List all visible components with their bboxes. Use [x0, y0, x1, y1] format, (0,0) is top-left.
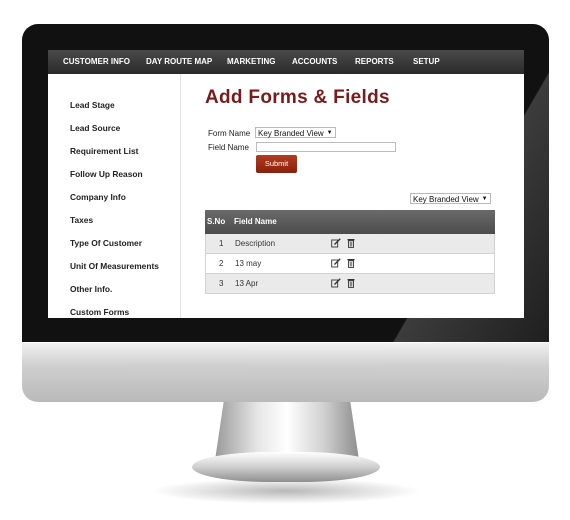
table-row: 1 Description [205, 234, 495, 254]
sidebar: Lead Stage Lead Source Requirement List … [48, 74, 181, 318]
column-header-sno: S.No [207, 217, 226, 226]
submit-button[interactable]: Submit [256, 155, 297, 173]
form-name-select-value: Key Branded View [258, 129, 324, 138]
sidebar-item-company-info[interactable]: Company Info [70, 192, 126, 202]
sidebar-item-lead-stage[interactable]: Lead Stage [70, 100, 115, 110]
form-name-label: Form Name [208, 129, 251, 138]
nav-setup[interactable]: SETUP [413, 50, 440, 74]
row-sno: 1 [219, 239, 224, 248]
column-header-field-name: Field Name [234, 217, 277, 226]
sidebar-item-follow-up-reason[interactable]: Follow Up Reason [70, 169, 143, 179]
field-name-label: Field Name [208, 143, 249, 152]
chevron-down-icon: ▼ [326, 130, 333, 137]
sidebar-item-unit-of-measurements[interactable]: Unit Of Measurements [70, 261, 159, 271]
row-field-name: Description [235, 239, 276, 248]
row-field-name: 13 may [235, 259, 262, 268]
nav-accounts[interactable]: ACCOUNTS [292, 50, 337, 74]
top-navigation: CUSTOMER INFO DAY ROUTE MAP MARKETING AC… [48, 50, 524, 74]
trash-icon[interactable] [346, 278, 356, 288]
fields-table: S.No Field Name 1 Description 2 13 may 3… [205, 210, 495, 294]
trash-icon[interactable] [346, 258, 356, 268]
row-sno: 3 [219, 279, 224, 288]
table-header: S.No Field Name [205, 210, 495, 234]
monitor-chin [22, 342, 549, 402]
nav-reports[interactable]: REPORTS [355, 50, 394, 74]
nav-marketing[interactable]: MARKETING [227, 50, 275, 74]
edit-icon[interactable] [331, 278, 341, 288]
table-row: 3 13 Apr [205, 274, 495, 294]
page-title: Add Forms & Fields [205, 87, 390, 108]
sidebar-item-other-info[interactable]: Other Info. [70, 284, 112, 294]
sidebar-item-taxes[interactable]: Taxes [70, 215, 93, 225]
form-filter-select[interactable]: Key Branded View ▼ [410, 193, 491, 204]
table-row: 2 13 may [205, 254, 495, 274]
sidebar-item-custom-forms[interactable]: Custom Forms [70, 307, 129, 317]
nav-day-route-map[interactable]: DAY ROUTE MAP [146, 50, 212, 74]
chevron-down-icon: ▼ [481, 196, 488, 203]
row-sno: 2 [219, 259, 224, 268]
sidebar-item-type-of-customer[interactable]: Type Of Customer [70, 238, 142, 248]
form-name-select[interactable]: Key Branded View ▼ [255, 127, 336, 138]
monitor-stand-base [192, 452, 380, 482]
edit-icon[interactable] [331, 238, 341, 248]
sidebar-item-requirement-list[interactable]: Requirement List [70, 146, 138, 156]
field-name-input[interactable] [256, 142, 396, 152]
row-field-name: 13 Apr [235, 279, 259, 288]
trash-icon[interactable] [346, 238, 356, 248]
screen: CUSTOMER INFO DAY ROUTE MAP MARKETING AC… [48, 50, 524, 318]
form-filter-select-value: Key Branded View [413, 195, 479, 204]
edit-icon[interactable] [331, 258, 341, 268]
sidebar-item-lead-source[interactable]: Lead Source [70, 123, 120, 133]
nav-customer-info[interactable]: CUSTOMER INFO [63, 50, 130, 74]
